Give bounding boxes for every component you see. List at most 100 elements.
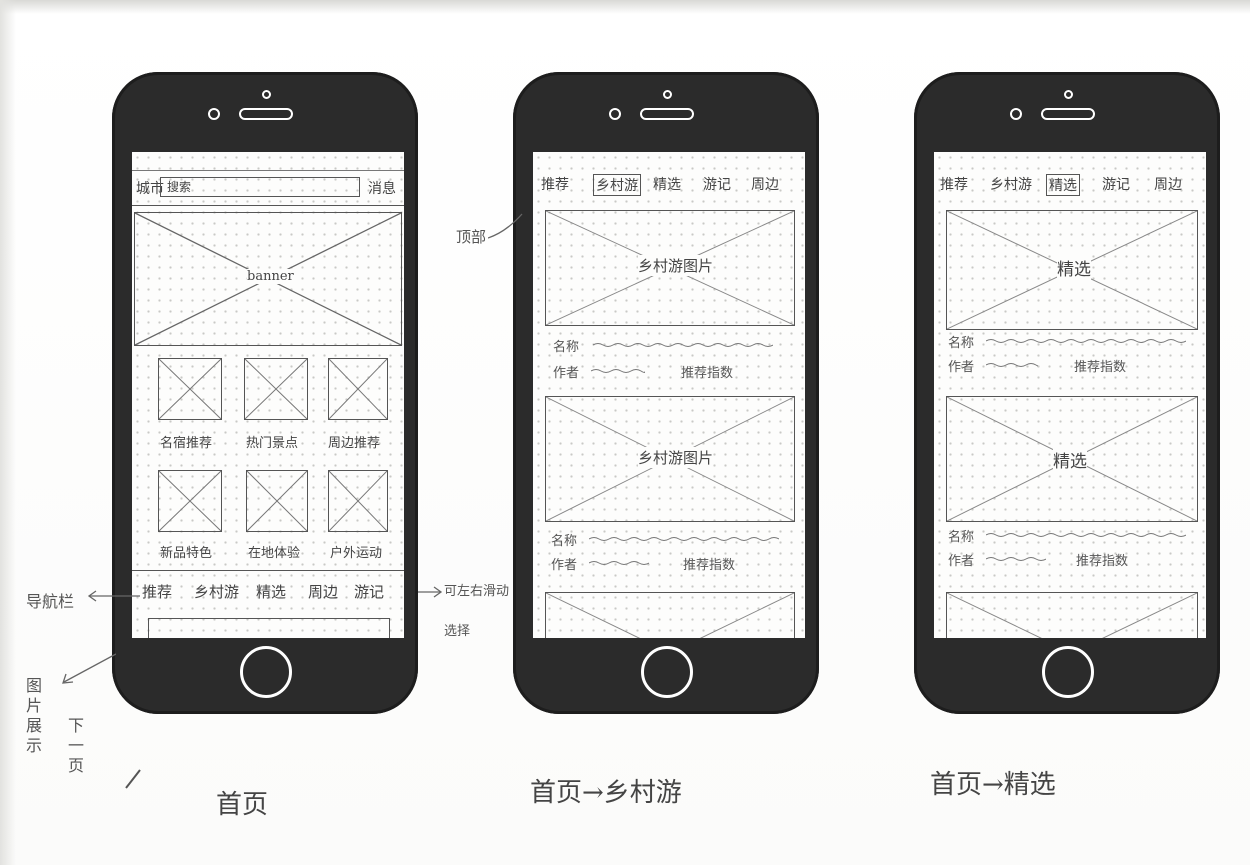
- grid-item-label: 在地体验: [248, 546, 301, 561]
- banner-label: banner: [247, 269, 294, 284]
- card-author: 作者: [948, 360, 975, 375]
- grid-item-image[interactable]: [246, 470, 308, 532]
- speaker-icon: [640, 108, 694, 120]
- card-author: 作者: [948, 554, 975, 569]
- card-image[interactable]: 精选: [946, 396, 1198, 522]
- grid-item-label: 名宿推荐: [160, 436, 213, 451]
- tab-nearby[interactable]: 周边: [751, 174, 779, 194]
- grid-item-image[interactable]: [158, 470, 222, 532]
- category-tab-bar: 推荐 乡村游 精选 游记 周边: [934, 166, 1206, 202]
- card-rating[interactable]: 推荐指数: [1074, 356, 1126, 375]
- arrow-left-icon: [87, 590, 140, 602]
- card-image[interactable]: 精选: [946, 210, 1198, 330]
- category-tab-bar: 推荐 乡村游 精选 周边 游记: [132, 570, 404, 611]
- tab-rural-trip[interactable]: 乡村游: [990, 174, 1032, 194]
- squiggle-line: [986, 363, 1038, 367]
- tab-recommend[interactable]: 推荐: [142, 581, 172, 602]
- card-author: 作者: [551, 558, 578, 573]
- tab-travel-notes[interactable]: 游记: [703, 174, 731, 194]
- caption-home: 首页: [216, 790, 269, 820]
- annotation-nav-bar: 导航栏: [26, 592, 75, 611]
- squiggle-line: [986, 339, 1186, 343]
- banner-placeholder[interactable]: banner: [134, 212, 402, 346]
- grid-item-image[interactable]: [244, 358, 308, 420]
- camera-icon: [208, 108, 220, 120]
- tab-travel-notes[interactable]: 游记: [354, 581, 384, 602]
- annotation-top: 顶部: [456, 228, 487, 246]
- card-image-label: 精选: [1053, 447, 1087, 472]
- card-title: 名称: [948, 336, 975, 351]
- search-placeholder: 搜索: [167, 180, 192, 194]
- card-image-label: 精选: [1057, 255, 1091, 280]
- grid-item-label: 热门景点: [246, 436, 299, 451]
- annotation-select: 选择: [444, 624, 471, 639]
- camera-icon: [1010, 108, 1022, 120]
- grid-item-label: 户外运动: [330, 546, 383, 561]
- pencil-mark-icon: [125, 769, 141, 789]
- home-button-icon: [240, 646, 292, 698]
- paper-edge: [0, 0, 16, 865]
- sensor-icon: [663, 90, 672, 99]
- sensor-icon: [1064, 90, 1073, 99]
- card-image[interactable]: [946, 592, 1198, 638]
- speaker-icon: [239, 108, 293, 120]
- grid-item-image[interactable]: [328, 470, 388, 532]
- card-image[interactable]: 乡村游图片: [545, 396, 795, 522]
- card-title: 名称: [553, 340, 580, 355]
- card-rating[interactable]: 推荐指数: [683, 554, 735, 573]
- annotation-next-page: 下一页: [68, 716, 85, 775]
- tab-featured[interactable]: 精选: [256, 581, 286, 602]
- grid-item-label: 新品特色: [160, 546, 213, 561]
- tab-rural-trip[interactable]: 乡村游: [593, 174, 641, 196]
- grid-item-image[interactable]: [158, 358, 222, 420]
- tab-travel-notes[interactable]: 游记: [1102, 174, 1130, 194]
- card-image[interactable]: 乡村游图片: [545, 210, 795, 326]
- caption-home-rural: 首页→乡村游: [530, 778, 682, 808]
- sensor-icon: [262, 90, 271, 99]
- phone-mockup-home: 城市 搜索 消息 banner 名宿推荐 热门景点 周边推荐 新品特色 在地体验…: [112, 72, 418, 714]
- home-button-icon: [1042, 646, 1094, 698]
- card-rating[interactable]: 推荐指数: [1076, 550, 1128, 569]
- card-title: 名称: [948, 530, 975, 545]
- phone-screen-home: 城市 搜索 消息 banner 名宿推荐 热门景点 周边推荐 新品特色 在地体验…: [132, 152, 404, 638]
- phone-mockup-featured: 推荐 乡村游 精选 游记 周边 精选 名称 作者 推荐指数 精选 名称 作者 推…: [914, 72, 1220, 714]
- arrow-pointer-icon: [62, 653, 116, 684]
- tab-nearby[interactable]: 周边: [1154, 174, 1182, 194]
- arrow-pointer-icon: [488, 213, 523, 239]
- phone-mockup-rural: 推荐 乡村游 精选 游记 周边 乡村游图片 名称 作者 推荐指数 乡村游图片 名…: [513, 72, 819, 714]
- squiggle-line: [589, 537, 779, 541]
- phone-screen-featured: 推荐 乡村游 精选 游记 周边 精选 名称 作者 推荐指数 精选 名称 作者 推…: [934, 152, 1206, 638]
- card-image[interactable]: [545, 592, 795, 638]
- tab-nearby[interactable]: 周边: [308, 581, 338, 602]
- squiggle-line: [591, 369, 645, 373]
- annotation-swipe: 可左右滑动: [444, 584, 510, 599]
- tab-rural-trip[interactable]: 乡村游: [194, 581, 239, 602]
- card-image-label: 乡村游图片: [638, 255, 714, 276]
- tab-recommend[interactable]: 推荐: [541, 174, 569, 194]
- squiggle-line: [986, 533, 1186, 537]
- arrow-right-icon: [418, 586, 443, 598]
- search-input[interactable]: 搜索: [160, 177, 360, 197]
- squiggle-line: [589, 561, 649, 565]
- card-title: 名称: [551, 534, 578, 549]
- squiggle-line: [593, 343, 773, 347]
- speaker-icon: [1041, 108, 1095, 120]
- home-button-icon: [641, 646, 693, 698]
- category-tab-bar: 推荐 乡村游 精选 游记 周边: [533, 166, 805, 202]
- tab-recommend[interactable]: 推荐: [940, 174, 968, 194]
- squiggle-line: [986, 557, 1046, 561]
- caption-home-featured: 首页→精选: [930, 770, 1056, 800]
- top-search-bar: 城市 搜索 消息: [132, 170, 404, 206]
- card-author: 作者: [553, 366, 580, 381]
- phone-screen-rural: 推荐 乡村游 精选 游记 周边 乡村游图片 名称 作者 推荐指数 乡村游图片 名…: [533, 152, 805, 638]
- tab-featured[interactable]: 精选: [1046, 174, 1080, 196]
- paper-shadow: [0, 0, 1250, 14]
- tab-featured[interactable]: 精选: [653, 174, 681, 194]
- content-preview-box[interactable]: [148, 618, 390, 638]
- camera-icon: [609, 108, 621, 120]
- annotation-image-display: 图片展示: [26, 676, 43, 755]
- sketch-sheet: 城市 搜索 消息 banner 名宿推荐 热门景点 周边推荐 新品特色 在地体验…: [0, 0, 1250, 865]
- grid-item-image[interactable]: [328, 358, 388, 420]
- card-rating[interactable]: 推荐指数: [681, 362, 733, 381]
- message-button[interactable]: 消息: [368, 178, 396, 198]
